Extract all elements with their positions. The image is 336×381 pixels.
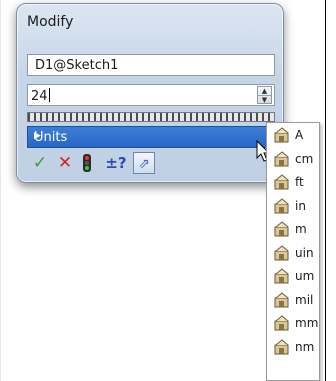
unit-option-nm[interactable]: nm xyxy=(267,335,319,359)
dimension-name-text: D1@Sketch1 xyxy=(35,58,119,73)
value-text: 24 xyxy=(31,88,50,104)
value-spinner[interactable]: ▲ ▼ xyxy=(257,86,272,104)
unit-option-a[interactable]: A xyxy=(267,123,319,147)
units-icon xyxy=(274,291,289,307)
units-icon xyxy=(274,221,289,237)
spin-down-icon[interactable]: ▼ xyxy=(258,95,271,104)
unit-option-ft[interactable]: ft xyxy=(267,170,319,194)
submenu-arrow-icon: ▶ xyxy=(34,131,41,141)
units-icon xyxy=(274,268,289,284)
unit-label: nm xyxy=(295,339,315,354)
unit-option-um[interactable]: um xyxy=(267,264,319,288)
rebuild-traffic-light-icon[interactable] xyxy=(81,152,95,174)
units-icon xyxy=(274,315,289,331)
units-icon xyxy=(274,174,289,190)
unit-option-m[interactable]: m xyxy=(267,217,319,241)
dimension-name-field[interactable]: D1@Sketch1 xyxy=(27,54,275,76)
modify-dialog: Modify D1@Sketch1 24 ▲ ▼ Units ▶ ✓ ✕ ±? … xyxy=(16,3,284,183)
unit-label: um xyxy=(295,269,315,283)
unit-option-uin[interactable]: uin xyxy=(267,241,319,265)
units-icon xyxy=(274,197,289,213)
canvas-edge xyxy=(0,0,1,381)
unit-label: uin xyxy=(295,245,314,260)
unit-label: m xyxy=(295,222,307,236)
unit-option-cm[interactable]: cm xyxy=(267,147,319,171)
value-input[interactable]: 24 ▲ ▼ xyxy=(27,84,275,106)
unit-label: mil xyxy=(295,292,314,307)
spin-up-icon[interactable]: ▲ xyxy=(258,87,271,95)
cancel-x-icon[interactable]: ✕ xyxy=(54,152,76,174)
unit-option-mm[interactable]: mm xyxy=(267,311,319,335)
unit-option-mil[interactable]: mil xyxy=(267,288,319,312)
unit-label: A xyxy=(295,128,304,142)
dialog-title: Modify xyxy=(27,14,74,30)
reverse-sense-icon[interactable]: ±? xyxy=(105,152,127,174)
mark-dimension-icon[interactable]: ⇗ xyxy=(133,152,155,174)
units-icon xyxy=(274,150,289,166)
ok-check-icon[interactable]: ✓ xyxy=(29,152,51,174)
unit-option-in[interactable]: in xyxy=(267,194,319,218)
dialog-actions: ✓ ✕ ±? ⇗ xyxy=(29,152,189,176)
unit-label: mm xyxy=(295,316,319,330)
thumbwheel[interactable] xyxy=(27,112,275,122)
unit-label: ft xyxy=(295,175,304,189)
unit-label: in xyxy=(295,198,306,213)
sketch-line xyxy=(325,0,326,381)
units-icon xyxy=(274,338,289,354)
units-dropdown: A cm ft in m uin um mil mm nm xyxy=(266,122,320,381)
units-icon xyxy=(274,127,289,143)
units-icon xyxy=(274,244,289,260)
units-menu-button[interactable]: Units ▶ xyxy=(27,126,275,148)
unit-label: cm xyxy=(295,151,314,166)
